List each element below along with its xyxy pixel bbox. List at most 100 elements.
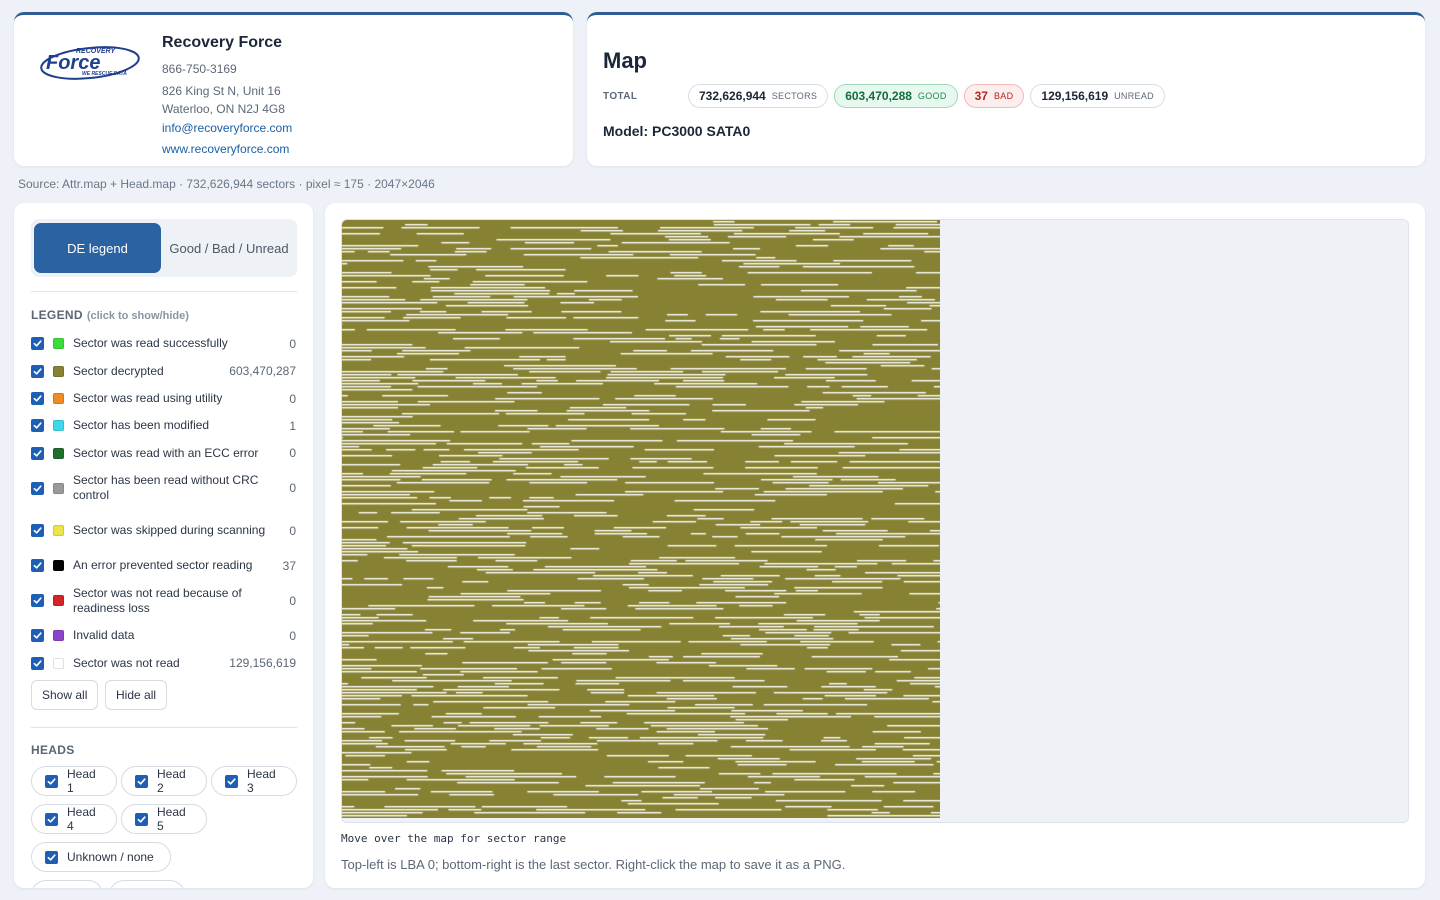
legend-item-count: 0 [289, 628, 296, 643]
legend-item-count: 0 [289, 336, 296, 351]
legend-item[interactable]: Sector was read using utility 0 [31, 385, 296, 412]
legend-item[interactable]: Sector was not read 129,156,619 [31, 649, 296, 677]
legend-checkbox[interactable] [31, 392, 44, 405]
hide-all-button[interactable]: Hide all [105, 680, 168, 710]
totals-pills: 732,626,944 SECTORS 603,470,288 GOOD 37 … [688, 84, 1165, 108]
legend-item-count: 0 [289, 593, 296, 608]
map-frame [341, 219, 1409, 823]
company-email-link[interactable]: info@recoveryforce.com [162, 118, 292, 139]
legend-color-swatch [53, 525, 64, 536]
legend-item-label: Sector was read with an ECC error [73, 445, 259, 460]
head-chip[interactable]: Head 5 [121, 804, 207, 834]
legend-item-label: Sector has been read without CRC control [73, 473, 259, 502]
svg-text:WE RESCUE DATA: WE RESCUE DATA [82, 71, 127, 77]
legend-item[interactable]: Sector was skipped during scanning 0 [31, 509, 296, 552]
legend-item-count: 0 [289, 523, 296, 538]
head-checkbox[interactable] [45, 774, 58, 788]
head-checkbox[interactable] [45, 812, 58, 826]
head-label: Head 2 [157, 767, 186, 795]
head-checkbox[interactable] [225, 774, 238, 788]
good-count: 603,470,288 [845, 89, 912, 103]
tab-de-legend[interactable]: DE legend [34, 223, 161, 273]
company-address-line1: 826 King St N, Unit 16 [162, 84, 281, 98]
legend-color-swatch [53, 657, 64, 669]
legend-item[interactable]: Sector was read with an ECC error 0 [31, 439, 296, 467]
legend-item-label: Sector was not read because of readiness… [73, 585, 242, 615]
legend-item-label: Sector was not read [73, 655, 180, 670]
legend-item[interactable]: Sector has been read without CRC control… [31, 467, 296, 509]
legend-checkbox[interactable] [31, 446, 44, 460]
head-chip[interactable]: Unknown / none [31, 842, 171, 872]
bad-count: 37 [974, 89, 988, 103]
company-card: RECOVERY Force WE RESCUE DATA Recovery F… [14, 12, 573, 166]
sectors-count: 732,626,944 [699, 89, 766, 103]
map-hover-readout: Move over the map for sector range [341, 832, 567, 845]
map-panel: Move over the map for sector range Top-l… [325, 203, 1425, 888]
company-address-line2: Waterloo, ON N2J 4G8 [162, 102, 285, 116]
sector-map-canvas[interactable] [342, 220, 940, 818]
legend-item-label: Sector decrypted [73, 363, 164, 378]
legend-item[interactable]: Sector was not read because of readiness… [31, 579, 296, 622]
head-checkbox[interactable] [135, 774, 148, 788]
legend-color-swatch [53, 365, 64, 377]
head-label: Head 3 [247, 767, 276, 795]
legend-checkbox[interactable] [31, 629, 44, 642]
legend-item-label: Sector has been modified [73, 418, 210, 432]
sidebar: DE legend Good / Bad / Unread LEGEND (cli… [14, 203, 313, 888]
legend-checkbox[interactable] [31, 419, 44, 432]
sectors-unit: SECTORS [771, 91, 818, 101]
legend-hint: (click to show/hide) [86, 310, 189, 322]
legend-item[interactable]: An error prevented sector reading 37 [31, 552, 296, 579]
company-logo: RECOVERY Force WE RESCUE DATA [40, 41, 144, 85]
heads-title: HEADS [31, 743, 75, 757]
company-phone: 866-750-3169 [162, 62, 237, 76]
legend-checkbox[interactable] [31, 559, 44, 572]
head-chip-partial[interactable] [31, 880, 103, 888]
legend-item-label: An error prevented sector reading [73, 558, 253, 572]
head-checkbox[interactable] [135, 812, 148, 826]
head-chip[interactable]: Head 1 [31, 766, 117, 796]
legend-item-count: 0 [289, 446, 296, 460]
bad-unit: BAD [993, 91, 1014, 101]
legend-item[interactable]: Invalid data 0 [31, 622, 296, 649]
unread-count: 129,156,619 [1041, 89, 1109, 103]
head-label: Head 4 [67, 805, 96, 833]
legend-checkbox[interactable] [31, 364, 44, 378]
legend-color-swatch [53, 338, 64, 349]
legend-checkbox[interactable] [31, 594, 44, 607]
legend-checkbox[interactable] [31, 656, 44, 670]
legend-item-count: 129,156,619 [229, 656, 296, 670]
head-chip[interactable]: Head 2 [121, 766, 207, 796]
sectors-pill: 732,626,944 SECTORS [688, 84, 829, 108]
show-all-button[interactable]: Show all [31, 680, 99, 710]
legend-item-count: 37 [282, 558, 296, 573]
legend-item[interactable]: Sector was read successfully 0 [31, 330, 296, 357]
head-label: Unknown / none [67, 850, 154, 864]
legend-color-swatch [53, 595, 64, 606]
legend-item-label: Invalid data [73, 628, 135, 642]
model-label: Model: PC3000 SATA0 [603, 123, 751, 139]
map-help-text: Top-left is LBA 0; bottom-right is the l… [341, 857, 846, 872]
company-website-link[interactable]: www.recoveryforce.com [162, 139, 292, 160]
company-name: Recovery Force [162, 34, 283, 51]
total-label: TOTAL [603, 91, 638, 102]
page-title: Map [603, 48, 647, 73]
head-chip-partial[interactable] [109, 880, 185, 888]
head-chip[interactable]: Head 3 [211, 766, 297, 796]
legend-color-swatch [53, 482, 64, 494]
head-label: Head 1 [67, 767, 96, 795]
head-chip[interactable]: Head 4 [31, 804, 117, 834]
divider [31, 727, 297, 728]
good-unit: GOOD [917, 91, 947, 101]
unread-pill: 129,156,619 UNREAD [1030, 84, 1165, 108]
legend-item[interactable]: Sector decrypted 603,470,287 [31, 357, 296, 385]
legend-checkbox[interactable] [31, 524, 44, 537]
legend-checkbox[interactable] [31, 337, 44, 350]
tab-good-bad-unread[interactable]: Good / Bad / Unread [161, 219, 297, 277]
legend-checkbox[interactable] [31, 481, 44, 495]
divider [31, 291, 297, 292]
legend-item[interactable]: Sector has been modified 1 [31, 412, 296, 439]
legend-item-count: 0 [289, 391, 296, 406]
head-checkbox[interactable] [45, 850, 58, 864]
legend-item-label: Sector was skipped during scanning [73, 523, 266, 537]
